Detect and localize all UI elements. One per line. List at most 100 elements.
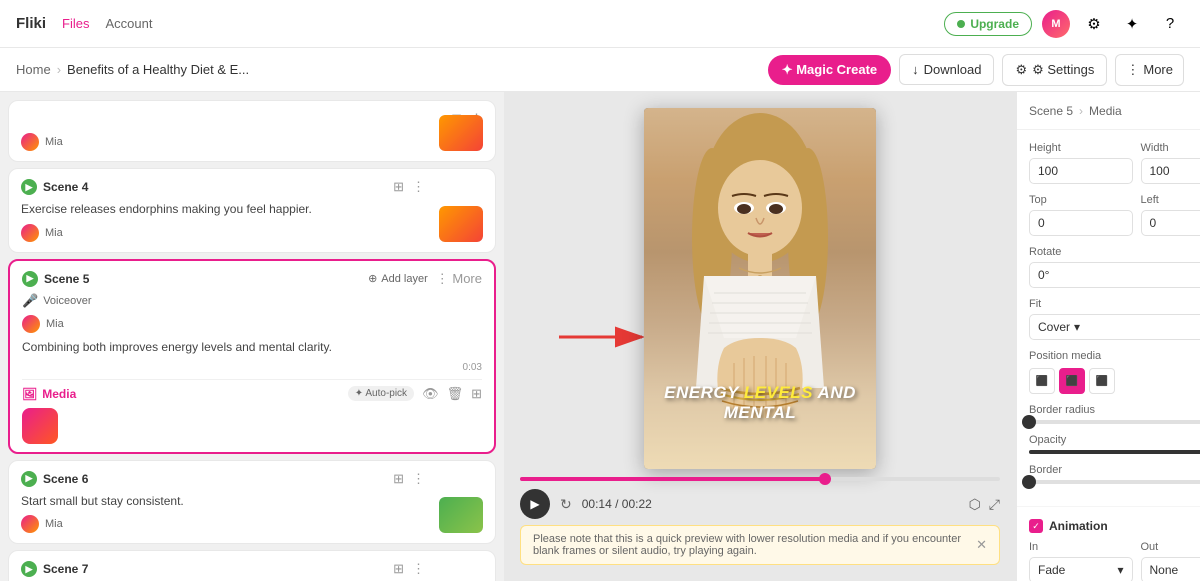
- controls-left: ▶ ↻ 00:14 / 00:22: [520, 489, 652, 519]
- more-button[interactable]: ⋮ More: [1115, 54, 1184, 86]
- fit-select[interactable]: Cover ▾: [1029, 314, 1200, 340]
- video-background: ENERGY LEVELS AND MENTAL: [644, 108, 876, 469]
- scene-7-more-icon[interactable]: ⋮: [412, 561, 425, 577]
- scene-6-title[interactable]: ▶ Scene 6: [21, 471, 88, 487]
- scene-4-more-icon[interactable]: ⋮: [412, 179, 425, 195]
- notice-text: Please note that this is a quick preview…: [533, 533, 976, 557]
- anim-out-select[interactable]: None ▾: [1141, 557, 1200, 581]
- anim-out-label: Out: [1141, 541, 1200, 553]
- media-eye-icon[interactable]: 👁: [422, 386, 439, 402]
- media-trash-icon[interactable]: 🗑: [447, 386, 464, 402]
- border-radius-thumb: [1022, 415, 1036, 429]
- rotate-input[interactable]: [1029, 262, 1200, 288]
- scene-5-label: Scene 5: [44, 272, 89, 286]
- media-row: 🖼 Media ✦ Auto-pick 👁 🗑 ⊞: [22, 379, 482, 402]
- anim-in-value: Fade: [1038, 563, 1065, 577]
- scene-4-header: ▶ Scene 4 ⊞ ⋮: [21, 179, 425, 195]
- fit-row: Fit Cover ▾: [1029, 298, 1200, 340]
- help-icon-button[interactable]: ?: [1156, 10, 1184, 38]
- upgrade-button[interactable]: Upgrade: [944, 12, 1032, 36]
- download-label: Download: [924, 62, 982, 77]
- scene-4-text: Exercise releases endorphins making you …: [21, 201, 425, 218]
- scene-4-meta: Mia: [21, 224, 425, 242]
- scene-6-speaker: Mia: [45, 518, 63, 530]
- pos-center-button[interactable]: ⬛: [1059, 368, 1085, 394]
- animation-section: ✓ Animation In Fade ▾ Out None ▾: [1017, 507, 1200, 581]
- top-input[interactable]: [1029, 210, 1133, 236]
- scene-4-thumbnail: [439, 206, 483, 242]
- scene-5-avatar: [22, 315, 40, 333]
- caption-highlight: LEVELS: [744, 383, 813, 402]
- scene-7-title[interactable]: ▶ Scene 7: [21, 561, 88, 577]
- media-drag-icon[interactable]: ⊞: [471, 386, 482, 402]
- border-slider[interactable]: [1029, 480, 1200, 484]
- opacity-row: Opacity 100: [1029, 434, 1200, 454]
- scene-7-grid-icon[interactable]: ⊞: [393, 561, 404, 577]
- replay-icon[interactable]: ↻: [560, 496, 572, 513]
- height-field: Height: [1029, 142, 1133, 184]
- width-input[interactable]: [1141, 158, 1200, 184]
- progress-bar[interactable]: [520, 477, 1000, 481]
- scene-6-header: ▶ Scene 6 ⊞ ⋮: [21, 471, 425, 487]
- scene-5-actions: ⊕ Add layer ⋮ More: [368, 271, 482, 287]
- notice-close-button[interactable]: ✕: [976, 537, 987, 553]
- play-button[interactable]: ▶: [520, 489, 550, 519]
- scene-6-meta: Mia: [21, 515, 425, 533]
- opacity-slider[interactable]: [1029, 450, 1200, 454]
- border-radius-slider[interactable]: [1029, 420, 1200, 424]
- rotate-row: Rotate: [1029, 246, 1200, 288]
- border-radius-row: Border radius 0: [1029, 404, 1200, 424]
- auto-pick-badge[interactable]: ✦ Auto-pick: [348, 386, 414, 401]
- right-breadcrumb: Scene 5 › Media: [1029, 104, 1122, 118]
- nav-files-link[interactable]: Files: [62, 16, 89, 31]
- breadcrumb-project: Benefits of a Healthy Diet & E...: [67, 62, 249, 77]
- share-icon[interactable]: ⬡: [969, 496, 981, 513]
- more-dots-icon: ⋮: [1126, 62, 1139, 78]
- position-label: Position media: [1029, 350, 1200, 362]
- anim-in-select[interactable]: Fade ▾: [1029, 557, 1133, 581]
- settings-button[interactable]: ⚙ ⚙ Settings: [1002, 54, 1107, 86]
- right-scene-label: Scene 5: [1029, 104, 1073, 118]
- time-total: 00:22: [622, 497, 652, 511]
- scene-card-7: ▶ Scene 7 ⊞ ⋮ Feel the amazing transform…: [8, 550, 496, 581]
- media-thumb-preview[interactable]: [22, 408, 58, 444]
- rotate-field: Rotate: [1029, 246, 1200, 288]
- more-label: More: [1143, 62, 1173, 77]
- scene-5-num: ▶: [22, 271, 38, 287]
- pos-right-button[interactable]: ⬛: [1089, 368, 1115, 394]
- scene-header: ⊞ ⋮: [21, 111, 483, 127]
- left-input[interactable]: [1141, 210, 1200, 236]
- border-thumb: [1022, 475, 1036, 489]
- scene-6-more-icon[interactable]: ⋮: [412, 471, 425, 487]
- avatar[interactable]: M: [1042, 10, 1070, 38]
- pos-left-button[interactable]: ⬛: [1029, 368, 1055, 394]
- media-thumb-row: [22, 408, 482, 444]
- breadcrumb-home[interactable]: Home: [16, 62, 51, 77]
- scene-thumbnail: [439, 115, 483, 151]
- download-button[interactable]: ↓ Download: [899, 54, 994, 85]
- sparkle-icon-button[interactable]: ✦: [1118, 10, 1146, 38]
- nav-account-link[interactable]: Account: [105, 16, 152, 31]
- magic-create-button[interactable]: ✦ Magic Create: [768, 55, 891, 85]
- scene-7-label: Scene 7: [43, 562, 88, 576]
- media-label[interactable]: 🖼 Media: [22, 387, 76, 401]
- height-input[interactable]: [1029, 158, 1133, 184]
- fullscreen-icon[interactable]: ⤢: [989, 496, 1000, 513]
- scene-4-grid-icon[interactable]: ⊞: [393, 179, 404, 195]
- scene-4-title[interactable]: ▶ Scene 4: [21, 179, 88, 195]
- scene-5-title[interactable]: ▶ Scene 5: [22, 271, 89, 287]
- scene-6-grid-icon[interactable]: ⊞: [393, 471, 404, 487]
- width-field: Width: [1141, 142, 1200, 184]
- video-player: ENERGY LEVELS AND MENTAL: [644, 108, 876, 469]
- media-text: Media: [42, 387, 76, 401]
- gear-icon-button[interactable]: ⚙: [1080, 10, 1108, 38]
- scene-4-avatar: [21, 224, 39, 242]
- scene-5-more-icon[interactable]: ⋮ More: [436, 271, 482, 287]
- settings-label: ⚙ Settings: [1032, 62, 1094, 78]
- caption-part1: ENERGY: [664, 383, 744, 402]
- scene-4-label: Scene 4: [43, 180, 88, 194]
- add-layer-label: Add layer: [381, 273, 427, 285]
- add-layer-button[interactable]: ⊕ Add layer: [368, 272, 428, 285]
- scene-6-actions: ⊞ ⋮: [393, 471, 425, 487]
- animation-checkbox[interactable]: ✓: [1029, 519, 1043, 533]
